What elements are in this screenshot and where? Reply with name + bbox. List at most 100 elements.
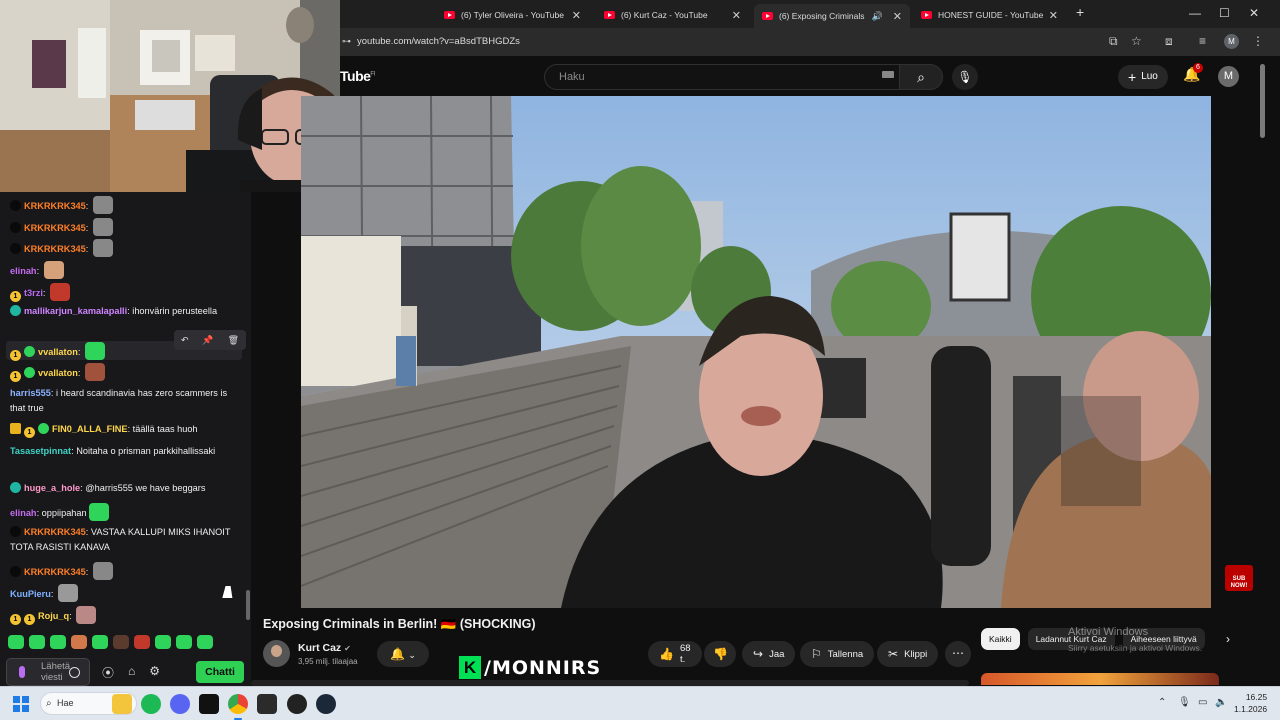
subscription-bell-button[interactable]: 🔔 ⌄ bbox=[377, 641, 429, 667]
close-tab-icon[interactable]: ✕ bbox=[732, 9, 741, 22]
chat-username[interactable]: elinah bbox=[10, 508, 37, 518]
gold-badge-icon[interactable]: 1 bbox=[10, 291, 21, 302]
store-icon[interactable]: ⌂ bbox=[128, 664, 135, 681]
chat-send-button[interactable]: Chatti bbox=[196, 661, 244, 683]
discord-icon[interactable] bbox=[170, 694, 190, 714]
close-tab-icon[interactable]: ✕ bbox=[1049, 9, 1058, 22]
chat-username[interactable]: harris555 bbox=[10, 388, 51, 398]
chrome-icon[interactable] bbox=[228, 694, 248, 720]
emote-slot[interactable] bbox=[176, 635, 192, 649]
chat-username[interactable]: KRKRKRK345 bbox=[24, 201, 86, 211]
dark-badge-icon[interactable] bbox=[10, 566, 21, 577]
chat-username[interactable]: KuuPieru bbox=[10, 589, 51, 599]
maximize-icon[interactable]: ☐ bbox=[1219, 6, 1230, 20]
chat-username[interactable]: t3rzi bbox=[24, 288, 43, 298]
gold-badge-icon[interactable]: 1 bbox=[24, 427, 35, 438]
browser-menu-icon[interactable]: ⋮ bbox=[1252, 34, 1264, 48]
close-window-icon[interactable]: ✕ bbox=[1249, 6, 1259, 20]
gold-badge-icon[interactable]: 1 bbox=[10, 371, 21, 382]
crown-badge-icon[interactable] bbox=[10, 423, 21, 434]
gold-badge-icon[interactable]: 1 bbox=[10, 614, 21, 625]
chat-emote[interactable] bbox=[92, 196, 113, 214]
steam-icon[interactable] bbox=[316, 694, 336, 714]
tray-mic-icon[interactable]: 🎙 bbox=[1178, 697, 1191, 708]
voice-search-button[interactable]: 🎙 bbox=[952, 64, 978, 90]
bookmark-star-icon[interactable]: ☆ bbox=[1131, 34, 1142, 48]
dark-badge-icon[interactable] bbox=[10, 243, 21, 254]
clip-button[interactable]: ✂ Klippi bbox=[877, 641, 939, 667]
chat-emote[interactable] bbox=[92, 239, 113, 257]
settings-icon[interactable]: ⚙ bbox=[149, 664, 160, 681]
more-actions-button[interactable]: ⋯ bbox=[945, 641, 971, 667]
close-tab-icon[interactable]: ✕ bbox=[572, 9, 581, 22]
account-avatar[interactable]: M bbox=[1218, 66, 1239, 87]
chat-emote[interactable] bbox=[43, 261, 64, 279]
recommended-video-thumbnail[interactable] bbox=[981, 673, 1219, 685]
url-field[interactable]: youtube.com/watch?v=aBsdTBHGDZs bbox=[357, 36, 520, 47]
channel-avatar[interactable] bbox=[263, 640, 290, 667]
emote-slot[interactable] bbox=[92, 635, 108, 649]
like-button[interactable]: 👍 68 t. bbox=[648, 641, 702, 667]
chat-username[interactable]: mallikarjun_kamalapalli bbox=[24, 306, 127, 316]
gold-badge-icon[interactable]: 1 bbox=[24, 614, 35, 625]
chat-username[interactable]: KRKRKRK345 bbox=[24, 527, 86, 537]
chat-emote[interactable] bbox=[76, 606, 97, 624]
browser-tab[interactable]: (6) Tyler Oliveira - YouTube ✕ bbox=[436, 4, 589, 26]
tea-badge-icon[interactable] bbox=[10, 305, 21, 316]
emoji-icon[interactable] bbox=[69, 667, 80, 678]
emote-slot[interactable] bbox=[134, 635, 150, 649]
browser-tab-active[interactable]: (6) Exposing Criminals in Be 🔊 ✕ bbox=[754, 4, 910, 28]
windows-start-icon[interactable] bbox=[13, 696, 29, 712]
chat-username[interactable]: vvallaton bbox=[38, 347, 78, 357]
youtube-logo[interactable]: TubeFI bbox=[340, 68, 375, 84]
system-clock[interactable]: 16.25 1.1.2026 bbox=[1234, 691, 1267, 715]
green-badge-icon[interactable] bbox=[24, 346, 35, 357]
channel-name[interactable]: Kurt Caz ✔ bbox=[298, 642, 351, 654]
emote-slot[interactable] bbox=[197, 635, 213, 649]
page-scrollbar[interactable] bbox=[1258, 58, 1268, 678]
chat-username[interactable]: FIN0_ALLA_FINE bbox=[52, 424, 128, 434]
green-badge-icon[interactable] bbox=[38, 423, 49, 434]
emote-slot[interactable] bbox=[8, 635, 24, 649]
dark-badge-icon[interactable] bbox=[10, 222, 21, 233]
chevron-right-icon[interactable]: › bbox=[1226, 632, 1230, 646]
tea-badge-icon[interactable] bbox=[10, 482, 21, 493]
capcut-icon[interactable] bbox=[199, 694, 219, 714]
scrollbar-thumb[interactable] bbox=[1260, 64, 1265, 138]
chat-emote[interactable] bbox=[84, 363, 105, 381]
search-button[interactable]: ⌕ bbox=[899, 64, 943, 90]
close-tab-icon[interactable]: ✕ bbox=[893, 10, 902, 23]
chat-username[interactable]: KRKRKRK345 bbox=[24, 244, 86, 254]
search-input[interactable] bbox=[559, 71, 859, 83]
points-icon[interactable]: ⦿ bbox=[102, 664, 114, 681]
keyboard-icon[interactable] bbox=[882, 71, 894, 78]
tray-network-icon[interactable]: ▭ bbox=[1198, 697, 1207, 708]
chat-emote[interactable] bbox=[88, 503, 109, 521]
chat-input[interactable]: Lähetä viesti bbox=[6, 658, 90, 686]
green-badge-icon[interactable] bbox=[24, 367, 35, 378]
chat-emote[interactable] bbox=[92, 562, 113, 580]
speaker-icon[interactable]: 🔊 bbox=[872, 11, 883, 22]
site-info-icon[interactable]: ⊶ bbox=[342, 36, 351, 47]
chat-emote[interactable] bbox=[57, 584, 78, 602]
save-button[interactable]: ⚐ Tallenna bbox=[800, 641, 875, 667]
new-tab-button[interactable]: + bbox=[1076, 4, 1084, 20]
browser-tab[interactable]: HONEST GUIDE - YouTube ✕ bbox=[913, 4, 1066, 26]
profile-avatar[interactable]: M bbox=[1224, 34, 1239, 49]
chat-username[interactable]: elinah bbox=[10, 266, 37, 276]
microphone-icon[interactable] bbox=[19, 666, 25, 678]
chat-username[interactable]: Roju_q bbox=[38, 611, 69, 621]
emote-slot[interactable] bbox=[29, 635, 45, 649]
browser-tab[interactable]: (6) Kurt Caz - YouTube ✕ bbox=[596, 4, 749, 26]
delete-icon[interactable]: 🗑 bbox=[228, 335, 239, 346]
chip-all[interactable]: Kaikki bbox=[981, 628, 1020, 650]
tray-overflow-icon[interactable]: ⌃ bbox=[1158, 697, 1166, 708]
reply-icon[interactable]: ↶ bbox=[181, 335, 189, 346]
extensions-icon[interactable]: ⧈ bbox=[1165, 34, 1173, 49]
obs-icon[interactable] bbox=[287, 694, 307, 714]
chat-emote[interactable] bbox=[50, 283, 71, 301]
spotify-icon[interactable] bbox=[141, 694, 161, 714]
chat-username[interactable]: huge_a_hole bbox=[24, 483, 80, 493]
nvidia-app-icon[interactable] bbox=[257, 694, 277, 714]
emote-slot[interactable] bbox=[155, 635, 171, 649]
